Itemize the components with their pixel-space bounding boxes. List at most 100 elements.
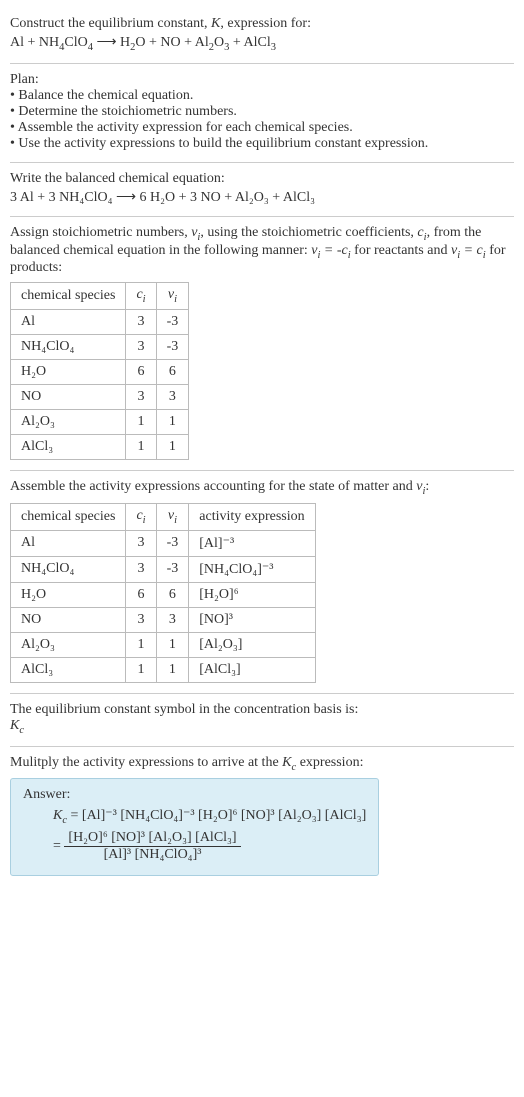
cell: AlCl₃ (11, 657, 126, 682)
table-row: AlCl₃11[AlCl₃] (11, 657, 316, 682)
t: Mulitply the activity expressions to arr… (10, 755, 282, 770)
table-row: Al₂O₃11 (11, 410, 189, 435)
cell: NO (11, 385, 126, 410)
kc: Kc (282, 755, 296, 770)
cell: Al₂O₃ (11, 632, 126, 657)
arrow: ⟶ (93, 35, 120, 50)
col-nui: νi (156, 283, 189, 310)
plan-bullet: • Assemble the activity expression for e… (10, 120, 514, 136)
t: H (120, 35, 130, 50)
problem-statement: Construct the equilibrium constant, K, e… (10, 8, 514, 64)
cell: 6 (126, 582, 156, 607)
cell: [H₂O]⁶ (189, 582, 315, 607)
t: Al + NH (10, 35, 59, 50)
t: : (425, 479, 429, 494)
activity-title: Assemble the activity expressions accoun… (10, 479, 514, 497)
table-row: NH₄ClO₄3-3 (11, 335, 189, 360)
fraction: [H₂O]⁶ [NO]³ [Al₂O₃] [AlCl₃] [Al]³ [NH₄C… (64, 830, 240, 863)
balanced-title: Write the balanced chemical equation: (10, 171, 514, 187)
table-row: NO33[NO]³ (11, 607, 316, 632)
t: , using the stoichiometric coefficients, (200, 225, 417, 240)
nu-i: νi (191, 225, 200, 240)
cell: 1 (126, 435, 156, 460)
t: O + NO + Al (135, 35, 208, 50)
cell: 1 (126, 410, 156, 435)
kc-symbol-line: The equilibrium constant symbol in the c… (10, 702, 514, 718)
stoich-table: chemical species ci νi Al3-3 NH₄ClO₄3-3 … (10, 282, 189, 460)
table-row: H₂O66[H₂O]⁶ (11, 582, 316, 607)
cell: 3 (156, 385, 189, 410)
cell: 3 (126, 385, 156, 410)
flat-expression: = [Al]⁻³ [NH₄ClO₄]⁻³ [H₂O]⁶ [NO]³ [Al₂O₃… (67, 808, 366, 823)
K-symbol: K (211, 16, 220, 31)
answer-box: Answer: Kc = [Al]⁻³ [NH₄ClO₄]⁻³ [H₂O]⁶ [… (10, 778, 379, 876)
table-row: NH₄ClO₄3-3[NH₄ClO₄]⁻³ (11, 556, 316, 582)
cell: 6 (126, 360, 156, 385)
cell: NH₄ClO₄ (11, 556, 126, 582)
cell: 6 (156, 582, 189, 607)
table-row: Al₂O₃11[Al₂O₃] (11, 632, 316, 657)
cell: 1 (126, 632, 156, 657)
sub: 3 (271, 42, 276, 53)
cell: 1 (156, 657, 189, 682)
t: for reactants and (351, 243, 451, 258)
cell: 1 (156, 410, 189, 435)
answer-flat-line: Kc = [Al]⁻³ [NH₄ClO₄]⁻³ [H₂O]⁶ [NO]³ [Al… (23, 807, 366, 826)
cell: [Al₂O₃] (189, 632, 315, 657)
cell: 1 (156, 435, 189, 460)
cell: 3 (126, 335, 156, 360)
eq-react: νi = -ci (311, 243, 350, 258)
cell: 3 (126, 556, 156, 582)
t: expression: (296, 755, 363, 770)
balanced-equation: 3 Al + 3 NH₄ClO₄ ⟶ 6 H₂O + 3 NO + Al₂O₃ … (10, 189, 514, 206)
plan-bullet: • Determine the stoichiometric numbers. (10, 104, 514, 120)
table-row: NO33 (11, 385, 189, 410)
cell: [NH₄ClO₄]⁻³ (189, 556, 315, 582)
table-row: Al3-3[Al]⁻³ (11, 530, 316, 556)
t: Assemble the activity expressions accoun… (10, 479, 416, 494)
plan-title: Plan: (10, 72, 514, 88)
cell: 3 (156, 607, 189, 632)
cell: -3 (156, 530, 189, 556)
unbalanced-equation: Al + NH4ClO4 ⟶ H2O + NO + Al2O3 + AlCl3 (10, 34, 514, 53)
final-intro: Mulitply the activity expressions to arr… (10, 755, 514, 773)
cell: Al (11, 310, 126, 335)
kc-symbol-section: The equilibrium constant symbol in the c… (10, 694, 514, 747)
cell: -3 (156, 310, 189, 335)
denominator: [Al]³ [NH₄ClO₄]³ (64, 846, 240, 863)
plan-bullet: • Balance the chemical equation. (10, 88, 514, 104)
construct-line: Construct the equilibrium constant, K, e… (10, 16, 514, 32)
cell: Al (11, 530, 126, 556)
cell: 1 (126, 657, 156, 682)
col-ci: ci (126, 503, 156, 530)
numerator: [H₂O]⁶ [NO]³ [Al₂O₃] [AlCl₃] (64, 830, 240, 846)
table-row: H₂O66 (11, 360, 189, 385)
stoich-section: Assign stoichiometric numbers, νi, using… (10, 217, 514, 471)
final-section: Mulitply the activity expressions to arr… (10, 747, 514, 887)
c-i: ci (417, 225, 426, 240)
activity-table: chemical species ci νi activity expressi… (10, 503, 316, 683)
cell: 3 (126, 310, 156, 335)
balanced-equation-section: Write the balanced chemical equation: 3 … (10, 163, 514, 217)
text: Construct the equilibrium constant, (10, 16, 211, 31)
kc: Kc (53, 808, 67, 823)
plan-bullet: • Use the activity expressions to build … (10, 136, 514, 152)
cell: NH₄ClO₄ (11, 335, 126, 360)
cell: -3 (156, 556, 189, 582)
kc-symbol: Kc (10, 718, 514, 736)
col-activity: activity expression (189, 503, 315, 530)
table-row: AlCl₃11 (11, 435, 189, 460)
col-ci: ci (126, 283, 156, 310)
table-header-row: chemical species ci νi activity expressi… (11, 503, 316, 530)
cell: NO (11, 607, 126, 632)
col-nui: νi (156, 503, 189, 530)
activity-section: Assemble the activity expressions accoun… (10, 471, 514, 694)
t: Assign stoichiometric numbers, (10, 225, 191, 240)
cell: H₂O (11, 360, 126, 385)
text: , expression for: (220, 16, 311, 31)
stoich-intro: Assign stoichiometric numbers, νi, using… (10, 225, 514, 277)
cell: 6 (156, 360, 189, 385)
cell: 1 (156, 632, 189, 657)
col-species: chemical species (11, 283, 126, 310)
equals: = (53, 839, 64, 854)
